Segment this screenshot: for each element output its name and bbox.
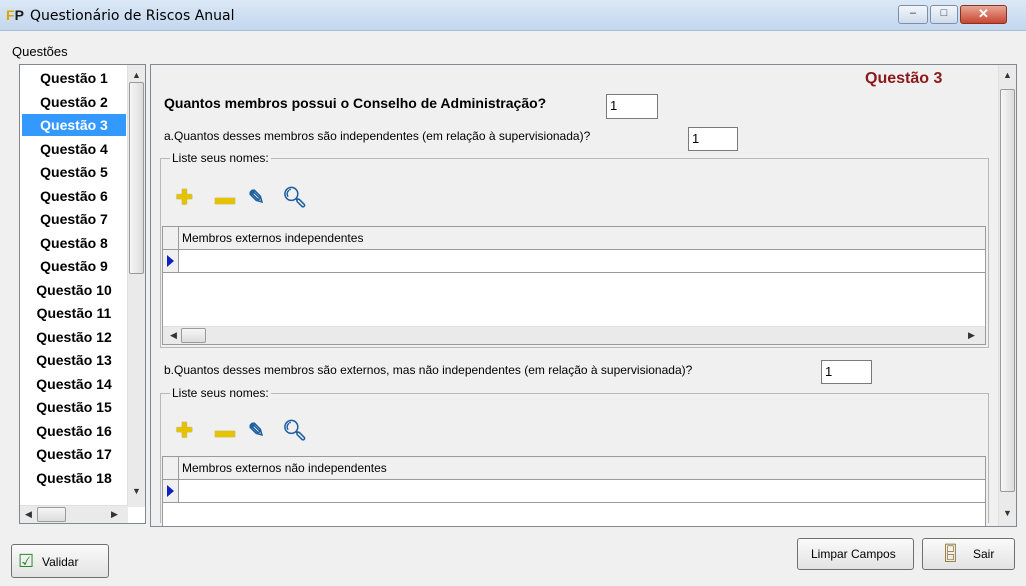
scroll-thumb[interactable]: [129, 82, 144, 274]
scroll-left-icon[interactable]: ◀: [20, 506, 37, 523]
row-indicator-icon: [163, 480, 179, 502]
question-item[interactable]: Questão 15: [22, 396, 126, 418]
group-a-label: Liste seus nomes:: [170, 151, 271, 165]
question-item[interactable]: Questão 2: [22, 91, 126, 113]
question-item[interactable]: Questão 10: [22, 279, 126, 301]
board-members-field[interactable]: 1: [606, 94, 658, 119]
grid-b-column-header[interactable]: Membros externos não independentes: [182, 461, 387, 475]
grid-b[interactable]: Membros externos não independentes: [162, 456, 986, 526]
window-title: Questionário de Riscos Anual: [30, 8, 235, 24]
question-list[interactable]: Questão 1 Questão 2 Questão 3 Questão 4 Ques…: [19, 64, 146, 524]
grid-a-row[interactable]: [163, 250, 985, 273]
question-item[interactable]: Questão 11: [22, 302, 126, 324]
question-item[interactable]: Questão 4: [22, 138, 126, 160]
question-list-hscroll[interactable]: ◀ ▶: [20, 505, 128, 523]
group-b-label: Liste seus nomes:: [170, 386, 271, 400]
question-heading: Questão 3: [865, 70, 943, 87]
question-item[interactable]: Questão 5: [22, 161, 126, 183]
question-list-vscroll[interactable]: ▲ ▼: [127, 65, 145, 507]
question-b-label: b.Quantos desses membros são externos, m…: [164, 363, 693, 377]
main-question-label: Quantos membros possui o Conselho de Adm…: [164, 95, 547, 111]
question-item[interactable]: Questão 13: [22, 349, 126, 371]
edit-icon[interactable]: ✎: [248, 187, 265, 209]
question-item[interactable]: Questão 7: [22, 208, 126, 230]
edit-icon[interactable]: ✎: [248, 420, 265, 442]
plus-icon[interactable]: ✚: [176, 187, 193, 209]
question-item[interactable]: Questão 6: [22, 185, 126, 207]
question-item[interactable]: Questão 16: [22, 420, 126, 442]
app-logo-icon: FP: [6, 7, 24, 23]
minus-icon[interactable]: ▬: [215, 187, 235, 209]
hscroll-thumb[interactable]: [181, 328, 206, 343]
scroll-down-icon[interactable]: ▼: [999, 505, 1016, 522]
scroll-down-icon[interactable]: ▼: [128, 483, 145, 500]
question-a-label: a.Quantos desses membros são independent…: [164, 129, 591, 143]
minus-icon[interactable]: ▬: [215, 420, 235, 442]
question-item[interactable]: Questão 14: [22, 373, 126, 395]
scroll-thumb[interactable]: [1000, 89, 1015, 492]
grid-a-column-header[interactable]: Membros externos independentes: [182, 231, 363, 245]
exit-button[interactable]: 🚪︎ Sair: [922, 538, 1015, 570]
question-item[interactable]: Questão 17: [22, 443, 126, 465]
grid-b-row[interactable]: [163, 480, 985, 503]
grid-a-hscroll[interactable]: ◀ ▶: [163, 326, 985, 344]
panel-vscroll[interactable]: ▲ ▼: [998, 65, 1016, 526]
scroll-right-icon[interactable]: ▶: [963, 327, 980, 344]
minimize-button[interactable]: –: [898, 5, 928, 24]
search-icon[interactable]: 🔍︎: [282, 187, 307, 209]
clear-fields-button[interactable]: Limpar Campos: [797, 538, 914, 570]
independent-members-field[interactable]: 1: [688, 127, 738, 151]
close-button[interactable]: ✕: [960, 5, 1007, 24]
search-icon[interactable]: 🔍︎: [282, 420, 307, 442]
question-item[interactable]: Questão 18: [22, 467, 126, 489]
scroll-up-icon[interactable]: ▲: [999, 67, 1016, 84]
grid-a[interactable]: Membros externos independentes ◀ ▶: [162, 226, 986, 345]
question-item[interactable]: Questão 3: [22, 114, 126, 136]
title-bar: FP Questionário de Riscos Anual – □ ✕: [0, 0, 1026, 31]
scroll-right-icon[interactable]: ▶: [106, 506, 123, 523]
questions-menu[interactable]: Questões: [12, 44, 68, 59]
hscroll-thumb[interactable]: [37, 507, 66, 522]
question-item[interactable]: Questão 9: [22, 255, 126, 277]
scroll-left-icon[interactable]: ◀: [165, 327, 182, 344]
question-item[interactable]: Questão 12: [22, 326, 126, 348]
exit-door-icon: 🚪︎: [939, 543, 962, 563]
row-indicator-icon: [163, 250, 179, 272]
validate-button[interactable]: ☑ Validar: [11, 544, 109, 578]
maximize-button[interactable]: □: [930, 5, 958, 24]
question-item[interactable]: Questão 1: [22, 67, 126, 89]
plus-icon[interactable]: ✚: [176, 420, 193, 442]
non-independent-members-field[interactable]: 1: [821, 360, 872, 384]
checklist-icon: ☑: [18, 551, 35, 571]
question-item[interactable]: Questão 8: [22, 232, 126, 254]
